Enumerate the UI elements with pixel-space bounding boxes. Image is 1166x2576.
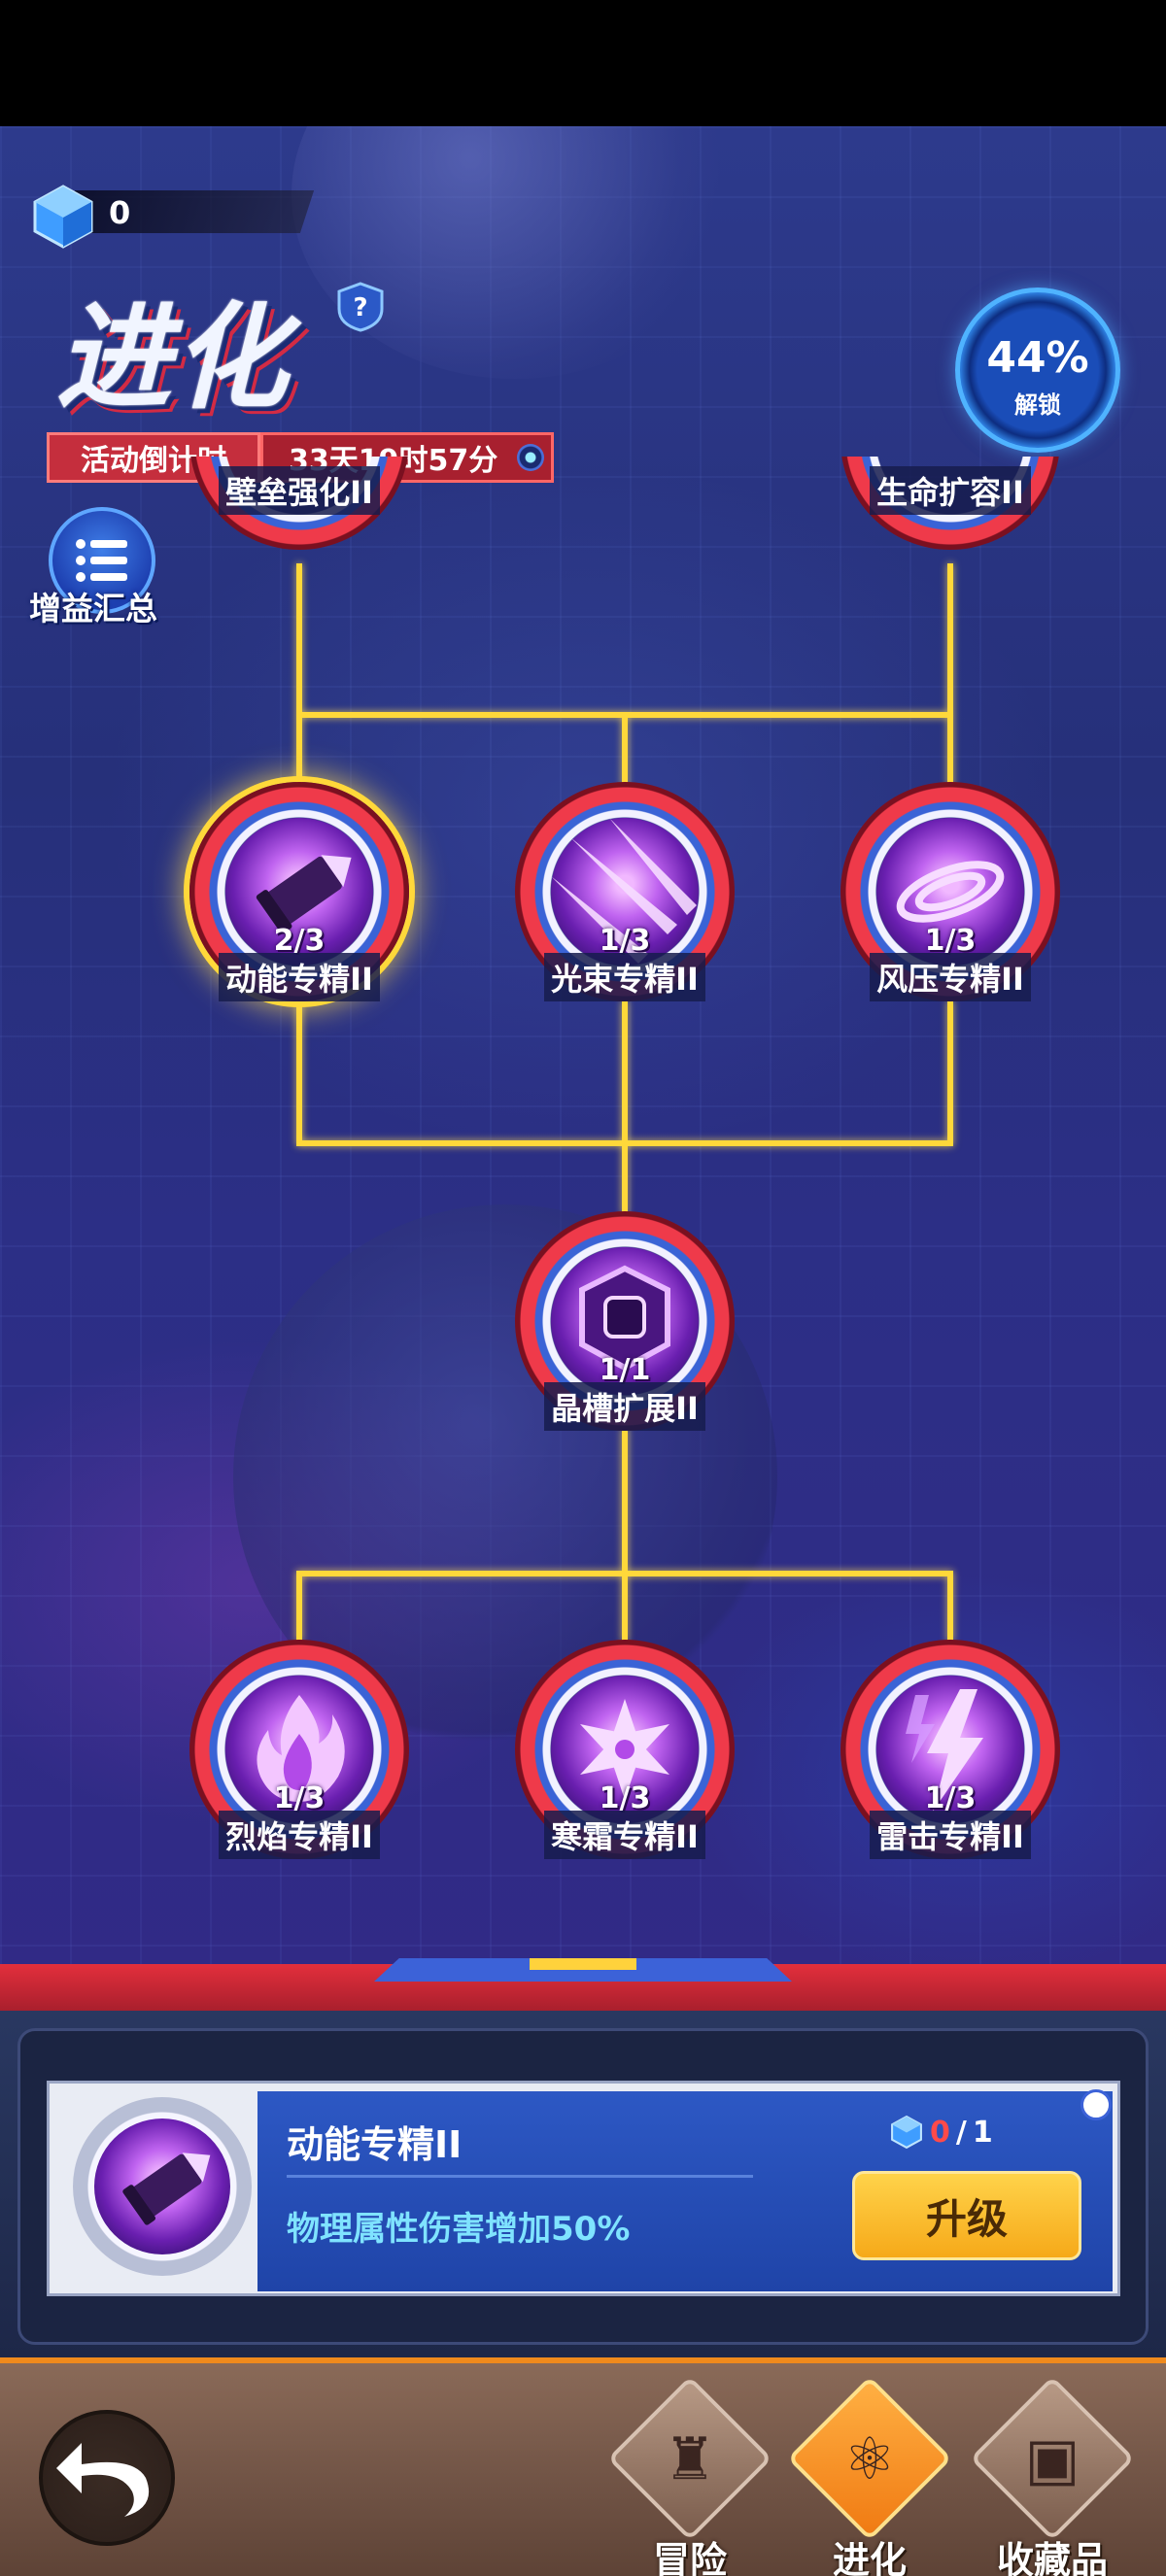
node-name: 生命扩容II [870, 466, 1031, 515]
bullet-icon [94, 2118, 230, 2254]
cost-need: 1 [972, 2115, 993, 2150]
cost-separator: / [955, 2115, 967, 2150]
divider [287, 2175, 753, 2178]
upgrade-button[interactable]: 升级 [852, 2171, 1081, 2260]
skill-info: 动能专精II 物理属性伤害增加50% 0 / 1 升级 [257, 2091, 1113, 2291]
unlock-percent: 44% [986, 333, 1089, 383]
skill-node-thunder[interactable]: 1/3 雷击专精II [840, 1640, 1060, 1859]
node-name: 光束专精II [544, 953, 705, 1001]
node-name: 风压专精II [870, 953, 1031, 1001]
target-dot-icon [517, 444, 544, 471]
skill-name: 动能专精II [287, 2123, 463, 2166]
bottom-navigation: ♜ 冒险 ⚛ 进化 ▣ 收藏品 [0, 2357, 1166, 2576]
nav-adventure[interactable]: ♜ 冒险 [602, 2376, 777, 2576]
evolution-icon: ⚛ [843, 2425, 896, 2493]
gem-counter: 0 [29, 183, 315, 249]
tower-icon: ♜ [664, 2425, 716, 2493]
gem-icon [33, 185, 93, 249]
unlock-progress-badge: 44% 解锁 [955, 288, 1120, 453]
gem-icon [891, 2115, 922, 2150]
skill-node-flame[interactable]: 1/3 烈焰专精II [189, 1640, 409, 1859]
node-name: 动能专精II [219, 953, 380, 1001]
node-name: 雷击专精II [870, 1811, 1031, 1859]
skill-node-wind[interactable]: 1/3 风压专精II [840, 782, 1060, 1001]
gem-counter-bar [60, 190, 315, 233]
nav-evolution[interactable]: ⚛ 进化 [782, 2376, 957, 2576]
nav-label: 收藏品 [996, 2539, 1108, 2576]
nav-collection[interactable]: ▣ 收藏品 [965, 2376, 1140, 2576]
list-icon [76, 539, 127, 582]
svg-text:?: ? [353, 293, 367, 322]
skill-thumbnail [73, 2097, 252, 2276]
back-button[interactable] [39, 2410, 175, 2546]
node-name: 壁垒强化II [219, 466, 380, 515]
skill-node-life[interactable]: 生命扩容II [840, 457, 1060, 563]
panel-tab-highlight [530, 1958, 636, 1970]
page-title: 进化 [56, 290, 291, 424]
nav-label: 进化 [832, 2539, 907, 2576]
node-name: 寒霜专精II [544, 1811, 705, 1859]
collection-icon: ▣ [1024, 2425, 1080, 2493]
unlock-label: 解锁 [1014, 391, 1061, 419]
nav-label: 冒险 [652, 2539, 727, 2576]
node-name: 烈焰专精II [219, 1811, 380, 1859]
upgrade-cost: 0 / 1 [889, 2115, 993, 2150]
buff-summary-label[interactable]: 增益汇总 [29, 583, 185, 629]
skill-detail-card: 动能专精II 物理属性伤害增加50% 0 / 1 升级 [47, 2081, 1120, 2296]
question-icon[interactable]: ? [335, 282, 386, 332]
cost-have: 0 [930, 2115, 950, 2150]
skill-node-beam[interactable]: 1/3 光束专精II [515, 782, 735, 1001]
connector-top [296, 563, 953, 718]
skill-node-crystal-slot[interactable]: 1/1 晶槽扩展II [515, 1211, 735, 1431]
skill-node-barrier[interactable]: 壁垒强化II [189, 457, 409, 563]
node-name: 晶槽扩展II [544, 1382, 705, 1431]
back-arrow-icon [56, 2443, 150, 2517]
gem-count: 0 [109, 194, 131, 231]
skill-node-frost[interactable]: 1/3 寒霜专精II [515, 1640, 735, 1859]
skill-node-kinetic[interactable]: 2/3 动能专精II [189, 782, 409, 1001]
corner-dot-icon [1080, 2089, 1112, 2120]
skill-description: 物理属性伤害增加50% [287, 2210, 631, 2249]
